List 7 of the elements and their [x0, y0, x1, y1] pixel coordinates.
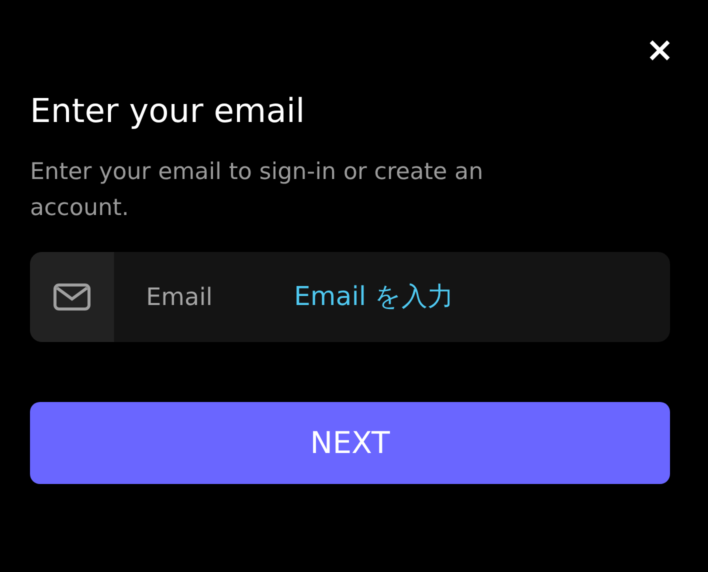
next-button[interactable]: NEXT: [30, 402, 670, 484]
dialog-title: Enter your email: [30, 90, 306, 132]
close-button[interactable]: ×: [642, 30, 678, 70]
field-label: Email: [146, 283, 214, 311]
dialog-description: Enter your email to sign-in or create an account.: [30, 158, 484, 223]
envelope-icon: [53, 283, 91, 311]
email-input[interactable]: Email を入力: [292, 281, 670, 313]
